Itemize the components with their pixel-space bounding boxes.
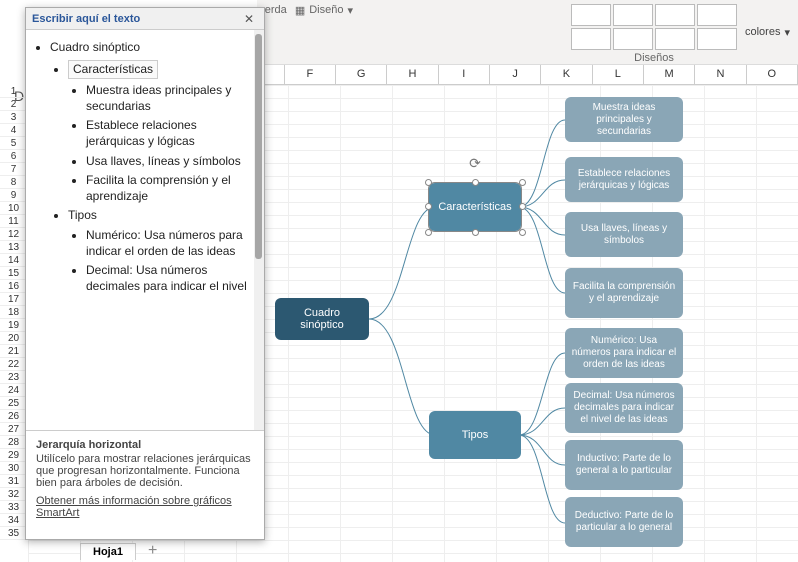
row-header[interactable]: 26	[0, 410, 28, 423]
pane-body[interactable]: Cuadro sinóptico Características Muestra…	[26, 30, 264, 430]
close-icon[interactable]: ✕	[240, 12, 258, 26]
node-caracteristicas[interactable]: Características	[429, 183, 521, 231]
leaf-node[interactable]: Decimal: Usa números decimales para indi…	[565, 383, 683, 433]
colors-dropdown[interactable]: colores ▾	[745, 4, 790, 60]
node-tipos[interactable]: Tipos	[429, 411, 521, 459]
layout-gallery[interactable]	[571, 4, 737, 50]
leaf-node[interactable]: Muestra ideas principales y secundarias	[565, 97, 683, 142]
column-header[interactable]: G	[336, 65, 387, 85]
leaf-node[interactable]: Inductivo: Parte de lo general a lo part…	[565, 440, 683, 490]
pane-footer: Jerarquía horizontal Utilícelo para most…	[26, 430, 264, 527]
row-header[interactable]: 16	[0, 280, 28, 293]
design-dropdown[interactable]: ▦ Diseño ▾	[295, 4, 353, 60]
column-header[interactable]: M	[644, 65, 695, 85]
row-header[interactable]: 17	[0, 293, 28, 306]
leaf-node[interactable]: Deductivo: Parte de lo particular a lo g…	[565, 497, 683, 547]
row-header[interactable]: 1	[0, 85, 28, 98]
row-header[interactable]: 8	[0, 176, 28, 189]
sheet-tab-hoja1[interactable]: Hoja1	[80, 543, 136, 560]
ribbon: erda ▦ Diseño ▾ Diseños colores ▾	[257, 0, 798, 65]
footer-text: Utilícelo para mostrar relaciones jerárq…	[36, 453, 254, 489]
outline-leaf[interactable]: Usa llaves, líneas y símbolos	[86, 154, 256, 170]
row-header[interactable]: 18	[0, 306, 28, 319]
row-header[interactable]: 34	[0, 514, 28, 527]
row-header[interactable]: 19	[0, 319, 28, 332]
row-header[interactable]: 30	[0, 462, 28, 475]
leaf-node[interactable]: Establece relaciones jerárquicas y lógic…	[565, 157, 683, 202]
outline-item-caracteristicas[interactable]: Características	[68, 60, 256, 80]
outline-leaf[interactable]: Numérico: Usa números para indicar el or…	[86, 228, 256, 259]
row-header[interactable]: 33	[0, 501, 28, 514]
column-header[interactable]: F	[285, 65, 336, 85]
column-header[interactable]: L	[593, 65, 644, 85]
row-header[interactable]: 9	[0, 189, 28, 202]
pane-header[interactable]: Escribir aquí el texto ✕	[26, 8, 264, 30]
row-header[interactable]: 27	[0, 423, 28, 436]
outline-leaf[interactable]: Facilita la comprensión y el aprendizaje	[86, 173, 256, 204]
row-header[interactable]: 21	[0, 345, 28, 358]
leaf-node[interactable]: Facilita la comprensión y el aprendizaje	[565, 268, 683, 318]
outline-item-tipos[interactable]: Tipos	[68, 208, 256, 224]
smartart-text-pane: Escribir aquí el texto ✕ Cuadro sinóptic…	[25, 7, 265, 540]
outline-root[interactable]: Cuadro sinóptico	[50, 40, 256, 56]
chevron-down-icon: ▾	[784, 26, 790, 39]
pane-scrollbar[interactable]	[254, 30, 264, 430]
row-header[interactable]: 24	[0, 384, 28, 397]
row-header[interactable]: 14	[0, 254, 28, 267]
row-header[interactable]: 2	[0, 98, 28, 111]
add-sheet-icon[interactable]: +	[148, 542, 157, 560]
column-header[interactable]: J	[490, 65, 541, 85]
ribbon-fragment: erda	[265, 4, 287, 60]
row-header[interactable]: 23	[0, 371, 28, 384]
footer-title: Jerarquía horizontal	[36, 439, 254, 451]
sheet-tabs: Hoja1 +	[80, 540, 157, 562]
row-header[interactable]: 3	[0, 111, 28, 124]
scroll-thumb-icon[interactable]	[255, 34, 262, 259]
row-header[interactable]: 29	[0, 449, 28, 462]
row-header[interactable]: 4	[0, 124, 28, 137]
row-header[interactable]: 22	[0, 358, 28, 371]
row-header[interactable]: 25	[0, 397, 28, 410]
outline-leaf[interactable]: Decimal: Usa números decimales para indi…	[86, 263, 256, 294]
row-header[interactable]: 11	[0, 215, 28, 228]
column-header[interactable]: H	[387, 65, 438, 85]
ribbon-group-label: Diseños	[571, 52, 737, 64]
column-header[interactable]: O	[747, 65, 798, 85]
row-header[interactable]: 5	[0, 137, 28, 150]
row-header[interactable]: 31	[0, 475, 28, 488]
node-root[interactable]: Cuadro sinóptico	[275, 298, 369, 340]
row-header[interactable]: 35	[0, 527, 28, 540]
row-headers[interactable]: 1234567891011121314151617181920212223242…	[0, 85, 28, 540]
outline-leaf[interactable]: Establece relaciones jerárquicas y lógic…	[86, 118, 256, 149]
pane-title: Escribir aquí el texto	[32, 13, 240, 25]
row-header[interactable]: 7	[0, 163, 28, 176]
row-header[interactable]: 28	[0, 436, 28, 449]
column-header[interactable]: I	[439, 65, 490, 85]
chevron-down-icon: ▾	[347, 4, 353, 17]
outline-leaf[interactable]: Muestra ideas principales y secundarias	[86, 83, 256, 114]
footer-link[interactable]: Obtener más información sobre gráficos S…	[36, 495, 254, 519]
row-header[interactable]: 15	[0, 267, 28, 280]
row-header[interactable]: 20	[0, 332, 28, 345]
leaf-node[interactable]: Usa llaves, líneas y símbolos	[565, 212, 683, 257]
row-header[interactable]: 32	[0, 488, 28, 501]
row-header[interactable]: 13	[0, 241, 28, 254]
column-header[interactable]: K	[541, 65, 592, 85]
leaf-node[interactable]: Numérico: Usa números para indicar el or…	[565, 328, 683, 378]
row-header[interactable]: 6	[0, 150, 28, 163]
row-header[interactable]: 12	[0, 228, 28, 241]
column-header[interactable]: N	[695, 65, 746, 85]
row-header[interactable]: 10	[0, 202, 28, 215]
